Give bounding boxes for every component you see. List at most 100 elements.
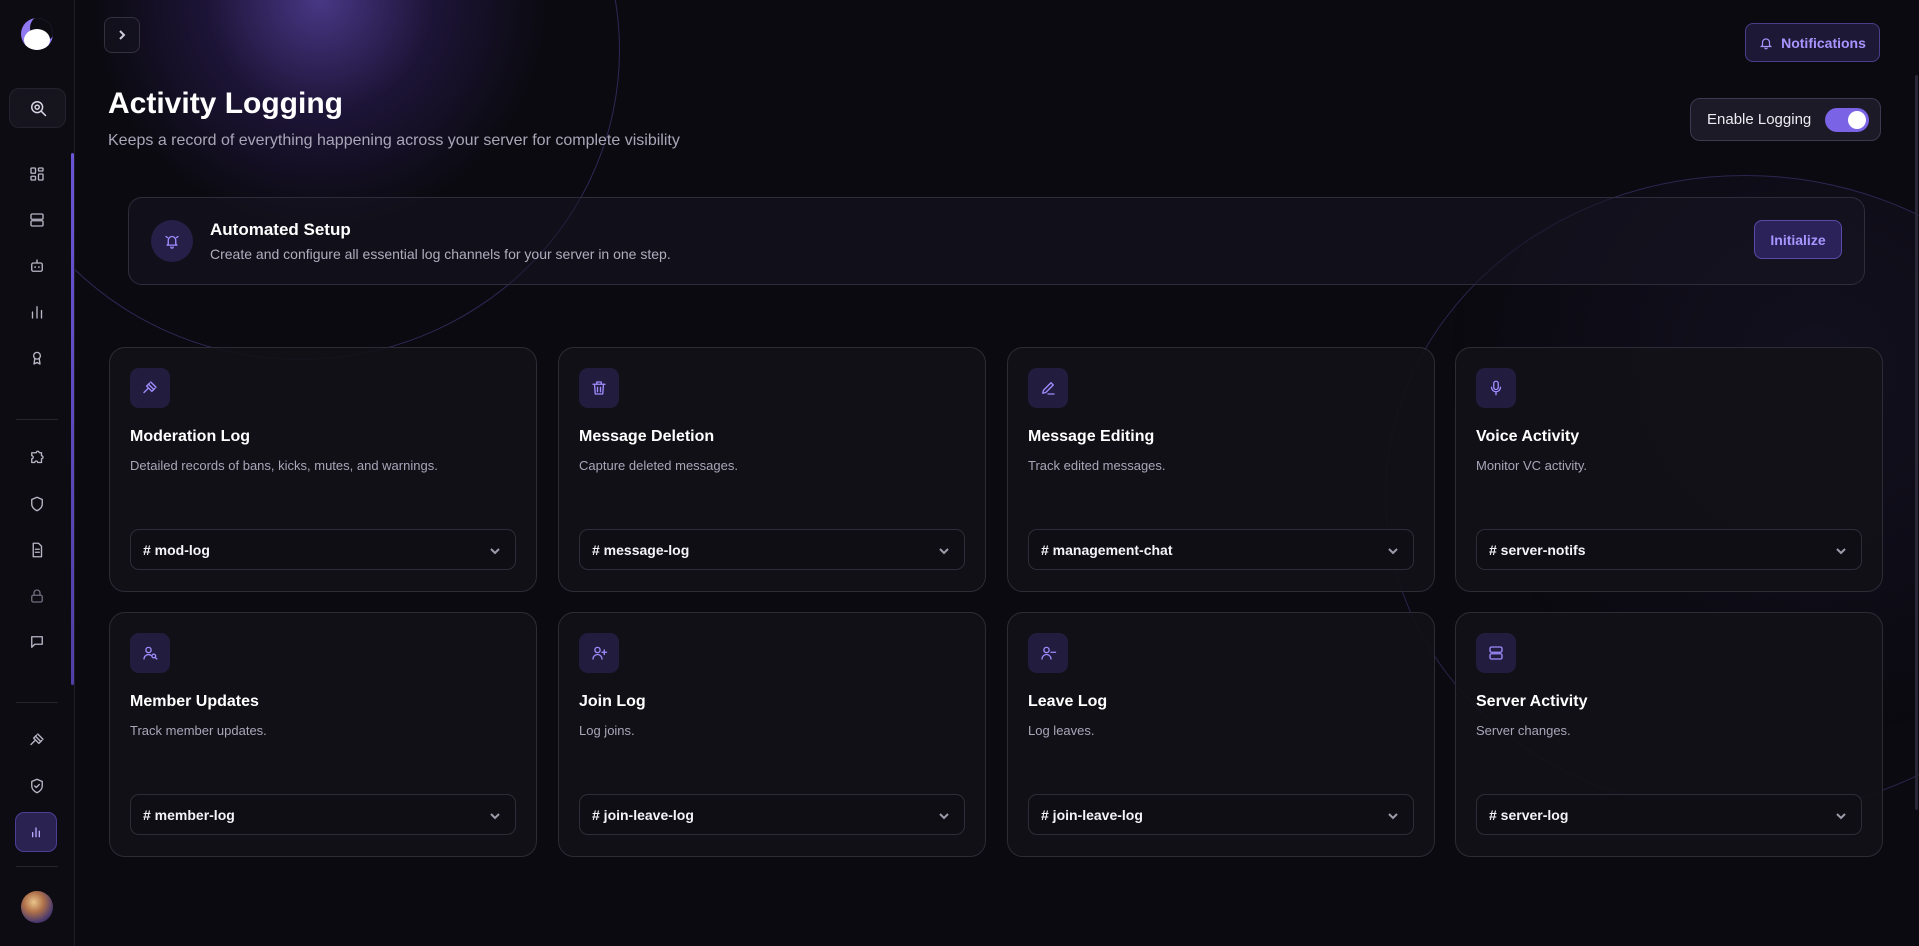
chevron-down-icon [490, 813, 500, 820]
log-card-message-editing: Message Editing Track edited messages. #… [1007, 347, 1435, 592]
sidebar-item-documents[interactable] [25, 538, 49, 562]
card-description: Track edited messages. [1028, 458, 1166, 473]
chat-icon [31, 636, 43, 648]
notifications-label: Notifications [1781, 34, 1866, 51]
card-title: Join Log [579, 693, 646, 710]
app-logo[interactable] [21, 18, 53, 50]
card-description: Monitor VC activity. [1476, 458, 1588, 473]
shield-icon [31, 496, 43, 512]
server-icon [1489, 646, 1503, 660]
log-card-message-deletion: Message Deletion Capture deleted message… [558, 347, 986, 592]
chevron-down-icon [1836, 813, 1846, 820]
card-title: Server Activity [1476, 693, 1588, 710]
card-description: Detailed records of bans, kicks, mutes, … [130, 458, 438, 473]
sidebar-item-dashboard[interactable] [25, 162, 49, 186]
card-title: Member Updates [130, 693, 259, 710]
channel-select[interactable]: # join-leave-log [1028, 794, 1414, 835]
sidebar-toggle-button[interactable] [104, 17, 140, 53]
channel-select-value: # join-leave-log [592, 806, 694, 823]
gavel-icon [143, 381, 157, 394]
chevron-right-icon [119, 30, 126, 40]
card-title: Message Deletion [579, 428, 715, 445]
channel-select[interactable]: # join-leave-log [579, 794, 965, 835]
chevron-down-icon [939, 548, 949, 555]
log-card-moderation: Moderation Log Detailed records of bans,… [109, 347, 537, 592]
sidebar-item-bot[interactable] [25, 254, 49, 278]
card-icon-wrapper [579, 633, 619, 673]
sidebar-item-servers[interactable] [25, 208, 49, 232]
card-title: Message Editing [1028, 428, 1155, 445]
channel-select[interactable]: # management-chat [1028, 529, 1414, 570]
sidebar-item-security[interactable] [25, 492, 49, 516]
chevron-down-icon [939, 813, 949, 820]
bell-icon [1760, 37, 1773, 49]
sidebar [0, 0, 75, 946]
card-description: Track member updates. [130, 723, 267, 738]
sidebar-item-plugins[interactable] [25, 446, 49, 470]
sidebar-active-indicator [71, 153, 74, 685]
lock-icon [31, 589, 43, 603]
search-button[interactable] [9, 88, 66, 128]
setup-icon-wrapper [151, 220, 193, 262]
sidebar-item-automod[interactable] [25, 774, 49, 798]
card-title: Voice Activity [1476, 428, 1580, 445]
sidebar-divider [16, 419, 58, 420]
sidebar-item-logging-active[interactable] [15, 812, 57, 852]
card-description: Capture deleted messages. [579, 458, 738, 473]
card-icon-wrapper [1028, 633, 1068, 673]
puzzle-icon [31, 450, 44, 464]
channel-select[interactable]: # member-log [130, 794, 516, 835]
dashboard-icon [30, 167, 44, 181]
notifications-button[interactable]: Notifications [1745, 23, 1880, 62]
chevron-down-icon [490, 548, 500, 555]
enable-logging-control: Enable Logging [1690, 98, 1881, 141]
microphone-icon [1490, 380, 1502, 396]
card-title: Leave Log [1028, 693, 1108, 710]
enable-logging-label: Enable Logging [1707, 111, 1812, 128]
award-icon [32, 351, 42, 365]
activity-chart-icon [31, 827, 40, 838]
gavel-icon [30, 733, 44, 746]
card-description: Server changes. [1476, 723, 1571, 738]
page-scrollbar[interactable] [1915, 75, 1918, 810]
log-card-join-log: Join Log Log joins. # join-leave-log [558, 612, 986, 857]
channel-select-value: # server-notifs [1489, 541, 1586, 558]
trash-icon [592, 381, 606, 395]
chevron-down-icon [1388, 548, 1398, 555]
enable-logging-toggle[interactable] [1825, 107, 1870, 132]
sidebar-divider [16, 866, 58, 867]
initialize-button[interactable]: Initialize [1754, 220, 1842, 259]
setup-description: Create and configure all essential log c… [210, 246, 671, 262]
channel-select[interactable]: # server-log [1476, 794, 1862, 835]
sidebar-item-stats[interactable] [25, 300, 49, 324]
card-description: Log joins. [579, 723, 635, 738]
automated-setup-banner: Automated Setup Create and configure all… [128, 197, 1865, 285]
channel-select-value: # mod-log [143, 541, 210, 558]
server-icon [30, 213, 44, 227]
card-icon-wrapper [1028, 368, 1068, 408]
channel-select-value: # server-log [1489, 806, 1569, 823]
avatar[interactable] [21, 891, 53, 923]
channel-select-value: # member-log [143, 806, 235, 823]
sidebar-item-awards[interactable] [25, 346, 49, 370]
log-card-voice-activity: Voice Activity Monitor VC activity. # se… [1455, 347, 1883, 592]
stats-icon [31, 306, 43, 319]
channel-select[interactable]: # mod-log [130, 529, 516, 570]
card-icon-wrapper [579, 368, 619, 408]
file-icon [32, 542, 43, 558]
sidebar-item-moderation[interactable] [25, 728, 49, 752]
channel-select[interactable]: # message-log [579, 529, 965, 570]
sidebar-item-lock[interactable] [25, 584, 49, 608]
bot-icon [31, 259, 43, 272]
page-title: Activity Logging [108, 87, 343, 120]
chevron-down-icon [1836, 548, 1846, 555]
pencil-icon [1042, 382, 1055, 395]
card-description: Log leaves. [1028, 723, 1095, 738]
log-card-leave-log: Leave Log Log leaves. # join-leave-log [1007, 612, 1435, 857]
channel-select[interactable]: # server-notifs [1476, 529, 1862, 570]
card-icon-wrapper [130, 633, 170, 673]
card-icon-wrapper [1476, 633, 1516, 673]
card-title: Moderation Log [130, 428, 250, 445]
shield-check-icon [31, 778, 43, 794]
sidebar-item-chat[interactable] [25, 630, 49, 654]
